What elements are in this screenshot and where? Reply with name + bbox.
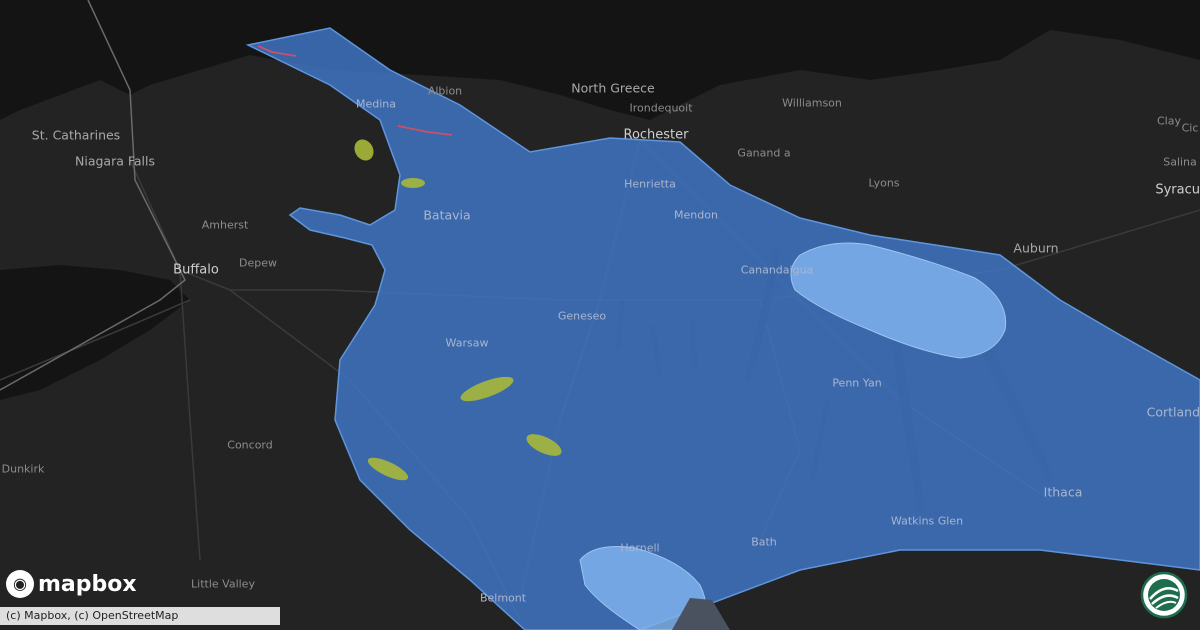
place-label: North Greece: [571, 80, 655, 96]
place-label: Rochester: [623, 127, 689, 143]
mapbox-logo[interactable]: ◉ mapbox: [6, 570, 137, 598]
place-label: Depew: [239, 256, 277, 270]
place-label: Lyons: [868, 176, 900, 190]
place-label: Cortland: [1146, 404, 1200, 420]
place-label: Dunkirk: [1, 462, 45, 476]
place-label: Medina: [355, 97, 397, 111]
place-label: Williamson: [782, 96, 842, 110]
place-label: Niagara Falls: [74, 153, 156, 169]
place-label: Buffalo: [173, 262, 219, 278]
place-label: Ganand a: [737, 146, 791, 160]
place-label: Little Valley: [191, 577, 255, 591]
logo-text: mapbox: [38, 571, 137, 597]
place-label: Syracu: [1155, 182, 1200, 198]
place-label: Canandaigua: [740, 263, 814, 277]
place-label: Belmont: [479, 591, 527, 605]
place-label: Penn Yan: [832, 376, 882, 390]
place-label: Irondequoit: [629, 101, 693, 115]
mapbox-pin-icon: ◉: [6, 570, 34, 598]
place-label: Bath: [751, 535, 777, 549]
place-label: Watkins Glen: [890, 514, 964, 528]
place-label: St. Catharines: [31, 127, 121, 143]
place-label: Mendon: [674, 208, 718, 222]
place-label: Henrietta: [624, 177, 676, 191]
place-label: Warsaw: [445, 336, 489, 350]
place-label: Batavia: [423, 207, 471, 223]
globe-swirl-icon: [1140, 571, 1188, 619]
place-label: Albion: [427, 84, 463, 98]
place-label: Amherst: [201, 218, 249, 232]
place-label: Auburn: [1013, 240, 1059, 256]
place-label: Cic: [1181, 121, 1199, 135]
place-label: Hornell: [620, 541, 660, 555]
place-label: Concord: [227, 438, 273, 452]
storm-map[interactable]: St. Catharines Niagara Falls Amherst Buffal…: [0, 0, 1200, 630]
place-label: Salina: [1163, 155, 1197, 169]
place-label: Ithaca: [1043, 484, 1083, 500]
map-attribution[interactable]: (c) Mapbox, (c) OpenStreetMap: [0, 607, 280, 625]
place-label: Clay: [1157, 114, 1181, 128]
place-label: Geneseo: [557, 309, 607, 323]
